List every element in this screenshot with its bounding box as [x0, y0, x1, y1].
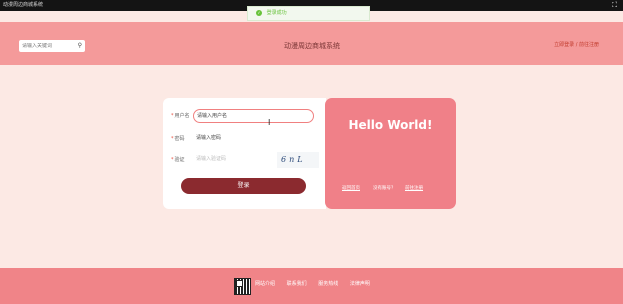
- captcha-row: *验证 请输入验证码 6nL: [163, 152, 326, 168]
- required-mark: *: [171, 136, 174, 142]
- password-label: 密码: [174, 136, 185, 142]
- login-form: *用户名 请输入用户名 Ι *密码 请输入密码 *验证 请输入验证码 6nL 登…: [163, 98, 326, 209]
- footer-link[interactable]: 服务热线: [318, 281, 338, 287]
- check-circle-icon: ✓: [256, 9, 262, 16]
- username-input[interactable]: 请输入用户名: [193, 109, 314, 123]
- captcha-input[interactable]: 请输入验证码: [193, 153, 273, 167]
- password-row: *密码 请输入密码: [163, 131, 326, 145]
- window-title: 动漫周边商城系统: [3, 2, 44, 8]
- required-mark: *: [171, 113, 174, 119]
- success-toast: ✓ 登录成功: [247, 6, 370, 21]
- footer-link[interactable]: 法律声明: [350, 281, 370, 287]
- search-input[interactable]: [22, 43, 72, 49]
- site-title: 动漫周边商城系统: [284, 42, 340, 50]
- username-row: *用户名 请输入用户名 Ι: [163, 108, 326, 127]
- login-button[interactable]: 登录: [181, 178, 306, 194]
- text-cursor-icon: Ι: [268, 118, 271, 127]
- welcome-heading: Hello World!: [348, 118, 433, 132]
- register-link[interactable]: 前往注册: [405, 186, 423, 191]
- fullscreen-icon[interactable]: ⛶: [612, 0, 617, 11]
- captcha-image[interactable]: 6nL: [277, 152, 319, 168]
- header-auth-links[interactable]: 立即登录 / 前往注册: [554, 41, 599, 48]
- site-header: ⚲ 动漫周边商城系统 立即登录 / 前往注册: [0, 22, 623, 65]
- required-mark: *: [171, 157, 174, 163]
- password-input[interactable]: 请输入密码: [193, 132, 314, 146]
- footer-link[interactable]: 网站介绍: [255, 281, 275, 287]
- register-prompt: 没有账号？: [373, 186, 396, 191]
- footer-links: 网站介绍 联系我们 服务热线 法律声明: [255, 280, 380, 287]
- footer-link[interactable]: 联系我们: [287, 281, 307, 287]
- welcome-panel: Hello World! 返回首页 没有账号？ 前往注册: [325, 98, 456, 209]
- site-footer: 网站介绍 联系我们 服务热线 法律声明: [0, 268, 623, 304]
- search-box: ⚲: [19, 40, 85, 52]
- toast-message: 登录成功: [266, 10, 287, 16]
- captcha-label: 验证: [174, 157, 185, 163]
- search-icon[interactable]: ⚲: [78, 40, 82, 52]
- back-home-link[interactable]: 返回首页: [342, 186, 360, 191]
- qr-code-icon: [234, 278, 251, 295]
- username-label: 用户名: [174, 113, 190, 119]
